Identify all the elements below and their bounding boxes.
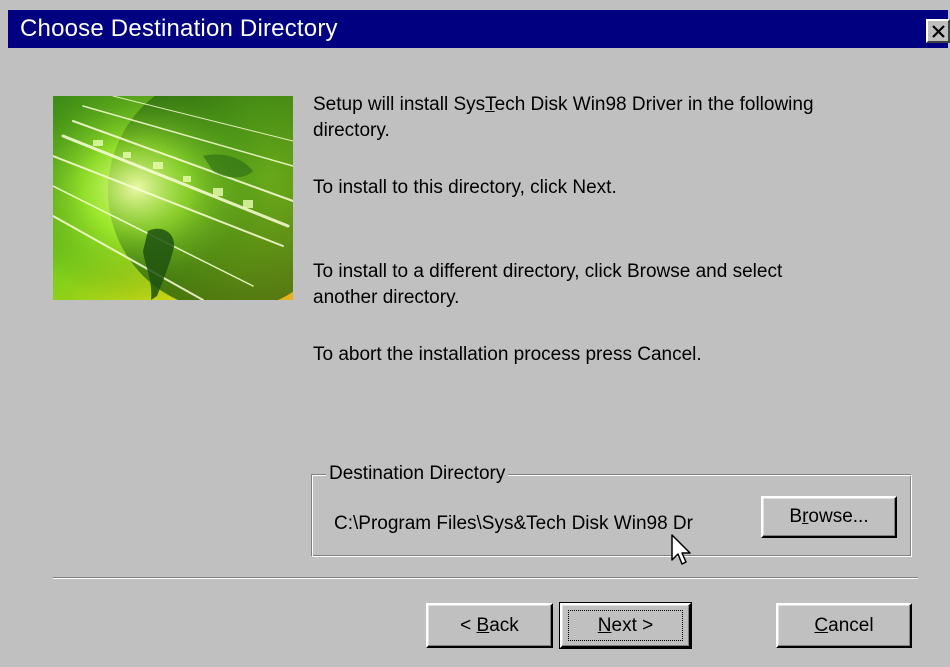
button-separator [53,577,918,579]
title-bar[interactable]: Choose Destination Directory [8,10,950,48]
destination-path: C:\Program Files\Sys&Tech Disk Win98 Dr [334,513,693,534]
next-button[interactable]: Next > [559,602,692,649]
window-title: Choose Destination Directory [20,15,338,42]
destination-directory-group: Destination Directory C:\Program Files\S… [311,462,912,557]
setup-banner-image [53,96,293,300]
close-button[interactable] [926,19,950,43]
browse-button[interactable]: Browse... [761,496,897,538]
cancel-button[interactable]: Cancel [776,603,912,648]
destination-group-label: Destination Directory [326,462,509,486]
globe-light-streaks-image [53,96,293,300]
back-button[interactable]: < Back [426,603,553,648]
close-icon [932,25,945,38]
cancel-instruction-text: To abort the installation process press … [313,344,702,365]
mouse-pointer-icon [671,534,691,565]
focus-ring [568,610,683,641]
browse-instruction-text: To install to a different directory, cli… [313,261,783,308]
intro-text: Setup will install SysTech Disk Win98 Dr… [313,94,814,141]
next-instruction-text: To install to this directory, click Next… [313,177,617,198]
